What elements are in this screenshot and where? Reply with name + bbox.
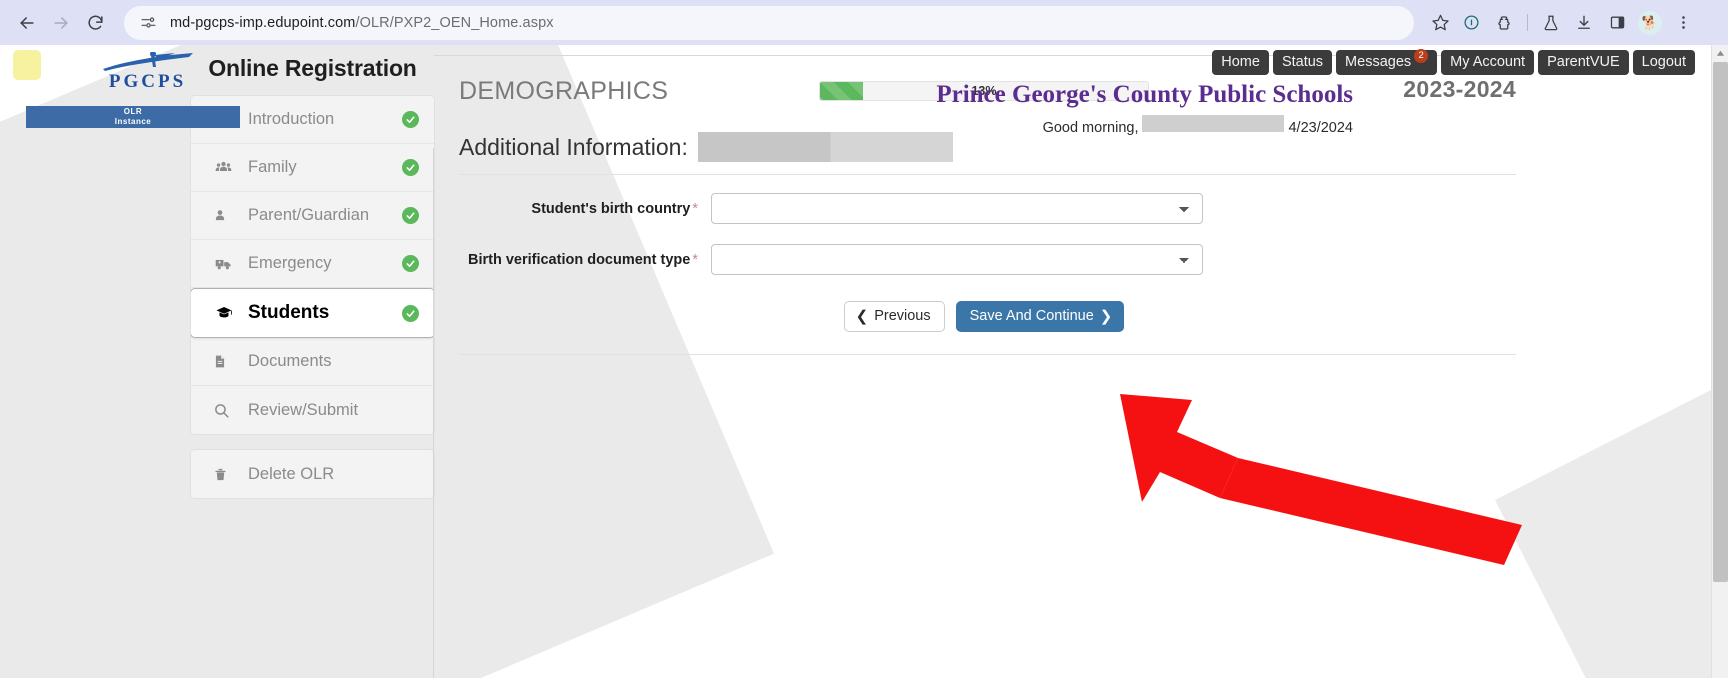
redacted-student-name xyxy=(698,132,953,162)
school-name: Prince George's County Public Schools xyxy=(833,81,1353,109)
downloads-icon[interactable] xyxy=(1569,8,1599,38)
form-button-row: ❮ Previous Save And Continue ❯ xyxy=(434,301,1534,332)
completed-check-icon xyxy=(402,111,419,128)
page-viewport: Home Status Messages2 My Account ParentV… xyxy=(0,45,1728,678)
chevron-right-icon: ❯ xyxy=(1100,309,1113,324)
completed-check-icon xyxy=(402,207,419,224)
topnav-my-account[interactable]: My Account xyxy=(1441,50,1534,75)
url-text: md-pgcps-imp.edupoint.com/OLR/PXP2_OEN_H… xyxy=(170,15,554,31)
sidebar-item-label: Parent/Guardian xyxy=(248,206,402,225)
sidebar-item-label: Introduction xyxy=(248,110,402,129)
pgcps-logo: PGCPS xyxy=(75,52,220,91)
messages-badge: 2 xyxy=(1414,49,1428,63)
redacted-user-name xyxy=(1142,115,1284,132)
greeting-text: Good morning, xyxy=(1043,120,1139,136)
toolbar-divider xyxy=(1527,14,1528,31)
forward-arrow-icon[interactable] xyxy=(44,6,78,40)
form-bottom-rule xyxy=(459,354,1516,355)
previous-button[interactable]: ❮ Previous xyxy=(844,301,945,332)
greeting-row: Good morning, 4/23/2024 xyxy=(833,115,1353,136)
olr-instance-banner: OLR Instance xyxy=(26,106,240,128)
family-group-icon xyxy=(213,159,239,176)
back-arrow-icon[interactable] xyxy=(10,6,44,40)
demographics-form: Student's birth country* Birth verificat… xyxy=(434,175,1534,355)
site-settings-icon[interactable] xyxy=(136,11,160,35)
required-asterisk: * xyxy=(692,201,698,217)
form-row-birth-verification: Birth verification document type* xyxy=(434,244,1534,275)
sidebar-item-students[interactable]: Students xyxy=(190,288,435,338)
magnifier-icon xyxy=(213,402,239,419)
sidebar-item-emergency[interactable]: Emergency xyxy=(191,240,434,288)
sidebar-item-delete-olr[interactable]: Delete OLR xyxy=(191,450,434,498)
topnav-parentvue[interactable]: ParentVUE xyxy=(1538,50,1629,75)
sidebar-menu-group-delete: Delete OLR xyxy=(190,449,435,499)
school-header: Prince George's County Public Schools Go… xyxy=(833,81,1353,136)
reload-icon[interactable] xyxy=(78,6,112,40)
olr-banner-line1: OLR xyxy=(26,107,240,117)
address-bar[interactable]: md-pgcps-imp.edupoint.com/OLR/PXP2_OEN_H… xyxy=(124,6,1414,40)
extensions-icon[interactable] xyxy=(1489,8,1519,38)
star-icon[interactable] xyxy=(1424,7,1456,39)
required-asterisk: * xyxy=(692,252,698,268)
form-row-birth-country: Student's birth country* xyxy=(434,193,1534,224)
scrollbar-up-arrow-icon[interactable] xyxy=(1712,45,1728,62)
pgcps-acronym: PGCPS xyxy=(75,72,220,91)
chrome-menu-icon[interactable] xyxy=(1668,8,1698,38)
side-panel-icon[interactable] xyxy=(1602,8,1632,38)
sidebar-item-label: Family xyxy=(248,158,402,177)
trash-icon xyxy=(213,466,239,483)
student-birth-country-select[interactable] xyxy=(711,193,1203,224)
sidebar-item-review-submit[interactable]: Review/Submit xyxy=(191,386,434,434)
section-page-title: DEMOGRAPHICS xyxy=(459,77,668,106)
sidebar-item-label: Documents xyxy=(248,352,419,371)
birth-verification-document-type-select[interactable] xyxy=(711,244,1203,275)
document-icon xyxy=(213,353,239,370)
save-and-continue-label: Save And Continue xyxy=(970,308,1094,324)
school-year: 2023-2024 xyxy=(1403,76,1516,103)
topnav-logout[interactable]: Logout xyxy=(1633,50,1695,75)
person-icon xyxy=(213,207,239,224)
birth-verification-label: Birth verification document type* xyxy=(459,252,711,268)
yellow-highlight-box xyxy=(13,50,41,80)
content-divider xyxy=(433,148,434,678)
topnav-status[interactable]: Status xyxy=(1273,50,1332,75)
sidebar-item-label: Review/Submit xyxy=(248,401,419,420)
browser-toolbar: md-pgcps-imp.edupoint.com/OLR/PXP2_OEN_H… xyxy=(0,0,1728,45)
pgcps-emblem-icon xyxy=(75,52,220,74)
completed-check-icon xyxy=(402,255,419,272)
completed-check-icon xyxy=(402,305,419,322)
olr-banner-line2: Instance xyxy=(26,117,240,127)
sidebar-item-label: Students xyxy=(248,302,402,324)
scrollbar-thumb[interactable] xyxy=(1713,62,1728,582)
browser-action-icons: 🐕 xyxy=(1456,8,1702,38)
profile-avatar-icon[interactable]: 🐕 xyxy=(1635,8,1665,38)
topnav-messages[interactable]: Messages2 xyxy=(1336,50,1437,75)
sidebar-item-label: Delete OLR xyxy=(248,465,419,484)
info-circle-icon[interactable] xyxy=(1456,8,1486,38)
sidebar-menu-group-main: Introduction Family Parent/Guardian xyxy=(190,95,435,435)
birth-country-label: Student's birth country* xyxy=(459,201,711,217)
page-title: Online Registration xyxy=(190,55,435,82)
vertical-scrollbar[interactable] xyxy=(1711,45,1728,678)
sidebar-item-documents[interactable]: Documents xyxy=(191,338,434,386)
save-and-continue-button[interactable]: Save And Continue ❯ xyxy=(956,301,1125,332)
topnav-home[interactable]: Home xyxy=(1212,50,1269,75)
sidebar-item-label: Emergency xyxy=(248,254,402,273)
chevron-left-icon: ❮ xyxy=(856,309,869,324)
ambulance-icon xyxy=(213,255,239,272)
sidebar-item-family[interactable]: Family xyxy=(191,144,434,192)
top-navigation: Home Status Messages2 My Account ParentV… xyxy=(1212,50,1695,75)
annotation-arrow-icon xyxy=(1120,390,1540,570)
previous-button-label: Previous xyxy=(874,308,930,324)
labs-flask-icon[interactable] xyxy=(1536,8,1566,38)
current-date: 4/23/2024 xyxy=(1288,120,1353,136)
sidebar-item-parent-guardian[interactable]: Parent/Guardian xyxy=(191,192,434,240)
section-title: Additional Information: xyxy=(459,134,688,161)
graduation-cap-icon xyxy=(213,304,239,322)
completed-check-icon xyxy=(402,159,419,176)
